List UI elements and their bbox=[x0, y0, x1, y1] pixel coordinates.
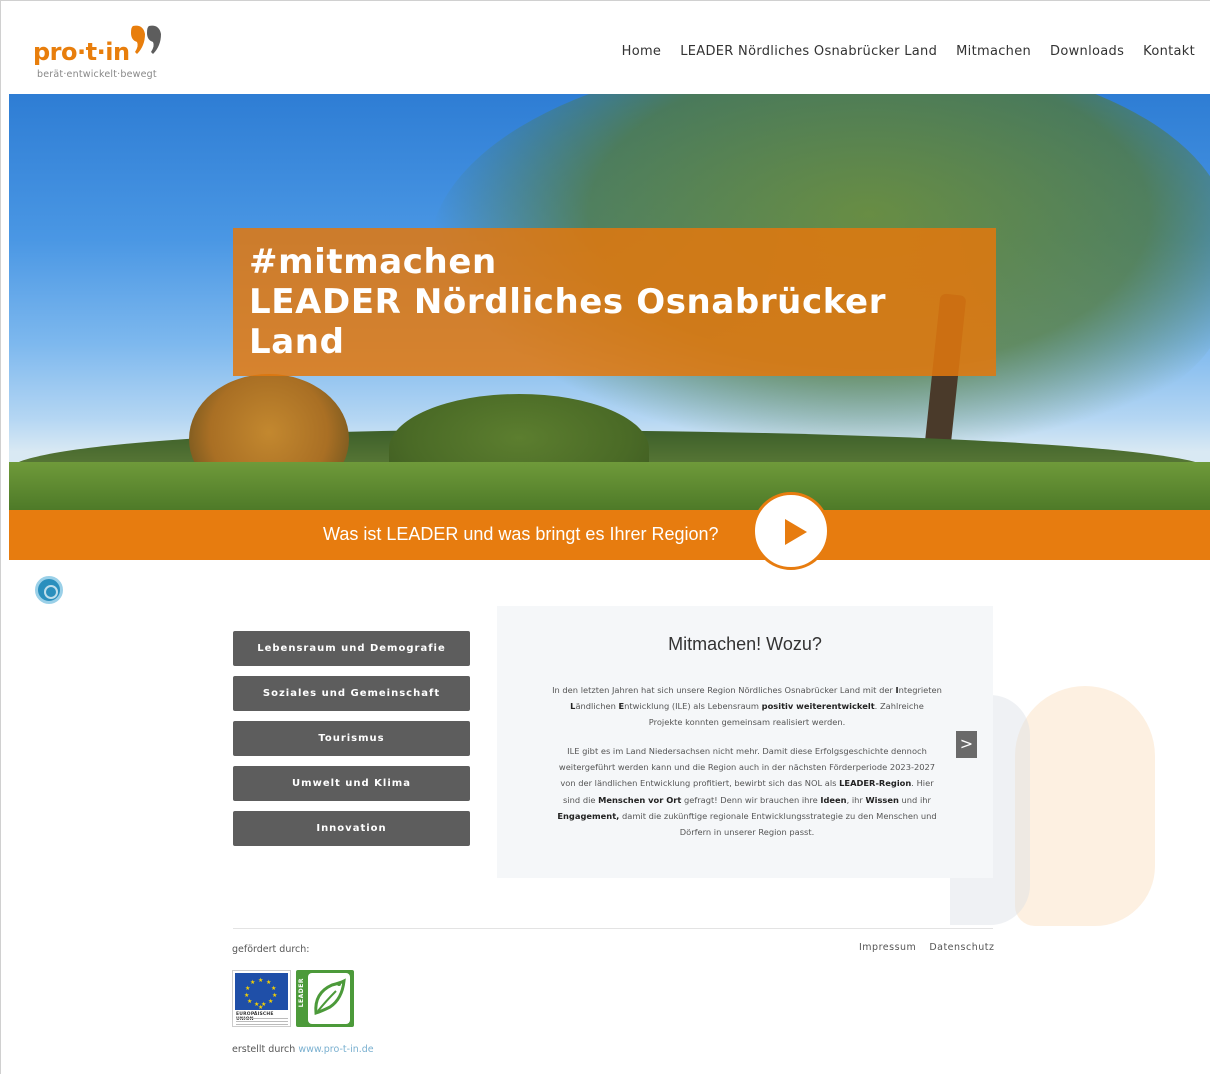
video-bar-text[interactable]: Was ist LEADER und was bringt es Ihrer R… bbox=[323, 524, 719, 545]
panel-paragraph-1: In den letzten Jahren hat sich unsere Re… bbox=[552, 685, 942, 728]
nav-downloads[interactable]: Downloads bbox=[1050, 44, 1124, 59]
leader-leaf-panel bbox=[308, 973, 350, 1024]
leader-label: LEADER bbox=[298, 978, 305, 1008]
hero-headline: #mitmachen LEADER Nördliches Osnabrücker… bbox=[249, 242, 887, 362]
footer-links: Impressum Datenschutz bbox=[859, 942, 994, 953]
category-umwelt-button[interactable]: Umwelt und Klima bbox=[233, 766, 470, 801]
leader-logo: LEADER bbox=[296, 970, 354, 1027]
pro-t-in-link[interactable]: www.pro-t-in.de bbox=[298, 1044, 373, 1055]
category-innovation-button[interactable]: Innovation bbox=[233, 811, 470, 846]
created-by: erstellt durch www.pro-t-in.de bbox=[232, 1044, 374, 1055]
hero-headline-box: #mitmachen LEADER Nördliches Osnabrücker… bbox=[233, 228, 996, 376]
impressum-link[interactable]: Impressum bbox=[859, 942, 916, 953]
fingerprint-consent-icon[interactable] bbox=[35, 576, 63, 604]
eu-logo: ★ ★ ★ ★ ★ ★ ★ ★ ★ ★ ★ ★ EUROPÄISCHE UNIO… bbox=[232, 970, 291, 1027]
panel-paragraph-2: ILE gibt es im Land Niedersachsen nicht … bbox=[557, 746, 937, 838]
eu-flag-icon: ★ ★ ★ ★ ★ ★ ★ ★ ★ ★ ★ ★ bbox=[235, 973, 288, 1011]
site-header: pro·t·in berät·entwickelt·bewegt Home LE… bbox=[9, 10, 1210, 94]
category-lebensraum-button[interactable]: Lebensraum und Demografie bbox=[233, 631, 470, 666]
category-soziales-button[interactable]: Soziales und Gemeinschaft bbox=[233, 676, 470, 711]
logo-wordmark: pro·t·in bbox=[33, 38, 130, 66]
leader-leaf-icon bbox=[314, 978, 346, 1016]
video-bar: Was ist LEADER und was bringt es Ihrer R… bbox=[9, 510, 1210, 560]
decorative-quote-orange bbox=[1015, 686, 1155, 926]
nav-home[interactable]: Home bbox=[622, 44, 662, 59]
play-video-button[interactable] bbox=[752, 492, 830, 570]
panel-title: Mitmachen! Wozu? bbox=[668, 634, 822, 654]
logo-tagline: berät·entwickelt·bewegt bbox=[37, 69, 157, 80]
datenschutz-link[interactable]: Datenschutz bbox=[929, 942, 994, 953]
category-buttons: Lebensraum und Demografie Soziales und G… bbox=[233, 631, 470, 856]
footer-divider bbox=[233, 928, 993, 929]
intro-panel: Mitmachen! Wozu? In den letzten Jahren h… bbox=[497, 606, 993, 878]
eu-fineprint bbox=[236, 1018, 288, 1026]
next-slide-button[interactable]: > bbox=[956, 731, 977, 758]
nav-mitmachen[interactable]: Mitmachen bbox=[956, 44, 1031, 59]
funded-by-label: gefördert durch: bbox=[232, 944, 310, 955]
nav-kontakt[interactable]: Kontakt bbox=[1143, 44, 1195, 59]
logo[interactable]: pro·t·in berät·entwickelt·bewegt bbox=[33, 22, 183, 84]
hero-banner: #mitmachen LEADER Nördliches Osnabrücker… bbox=[9, 94, 1210, 510]
category-tourismus-button[interactable]: Tourismus bbox=[233, 721, 470, 756]
speech-quote-icon bbox=[131, 25, 161, 54]
main-nav: Home LEADER Nördliches Osnabrücker Land … bbox=[622, 44, 1195, 59]
play-icon bbox=[785, 519, 807, 545]
nav-leader[interactable]: LEADER Nördliches Osnabrücker Land bbox=[680, 44, 937, 59]
hero-field bbox=[9, 462, 1210, 510]
